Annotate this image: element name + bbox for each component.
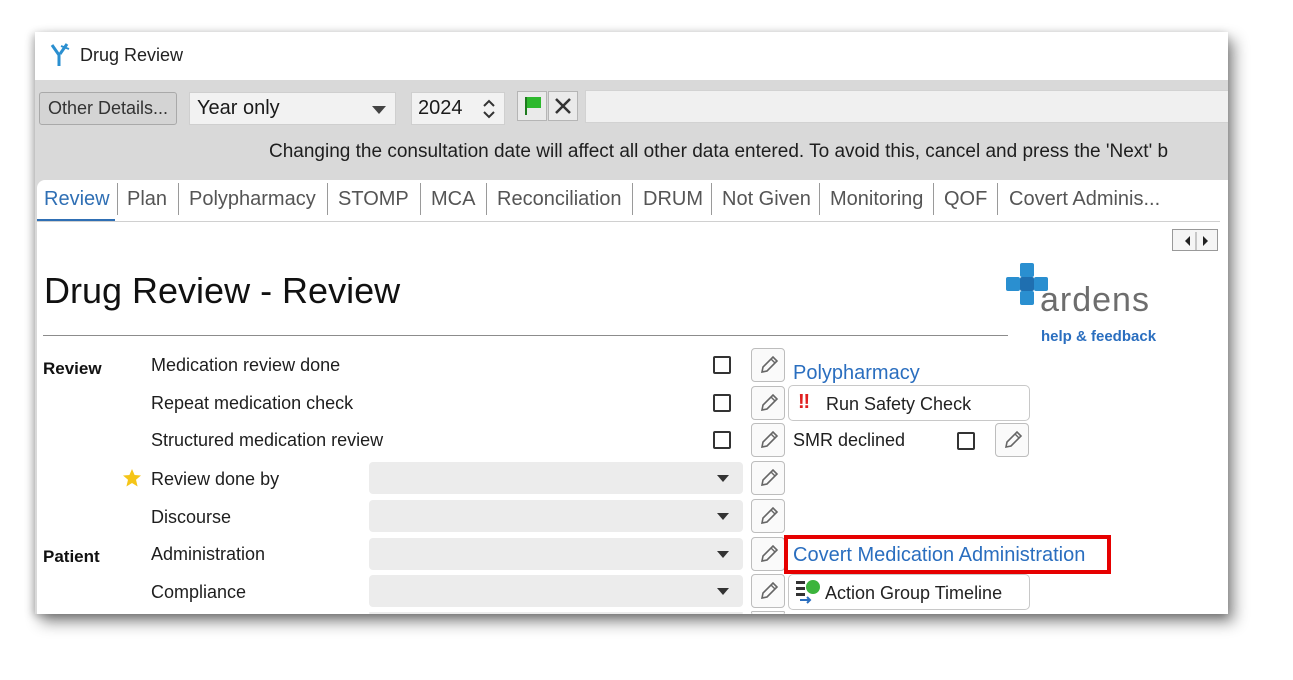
spinner-arrows-icon[interactable] xyxy=(482,98,496,120)
highlight-box xyxy=(784,535,1111,574)
chevron-down-icon xyxy=(717,513,729,520)
pencil-icon xyxy=(760,544,779,563)
edit-review-done-by-button[interactable] xyxy=(751,461,785,495)
smr-declined-checkbox[interactable] xyxy=(957,432,975,450)
edit-next-row-button[interactable] xyxy=(751,611,785,614)
tab-polypharmacy[interactable]: Polypharmacy xyxy=(189,188,316,211)
medication-review-done-checkbox[interactable] xyxy=(713,356,731,374)
tab-not-given[interactable]: Not Given xyxy=(722,188,811,211)
tab-baseline xyxy=(37,221,1220,222)
medication-review-done-label: Medication review done xyxy=(151,355,341,375)
help-feedback-link[interactable]: help & feedback xyxy=(1041,328,1156,345)
green-flag-icon xyxy=(525,97,541,115)
pencil-icon xyxy=(760,506,779,525)
date-warning-text: Changing the consultation date will affe… xyxy=(269,141,1169,162)
tab-covert-administration[interactable]: Covert Adminis... xyxy=(1009,188,1160,211)
edit-compliance-button[interactable] xyxy=(751,574,785,608)
year-value: 2024 xyxy=(418,97,463,119)
chevron-down-icon xyxy=(717,588,729,595)
tab-reconciliation[interactable]: Reconciliation xyxy=(497,188,622,211)
cancel-date-button[interactable] xyxy=(548,91,578,121)
polypharmacy-link[interactable]: Polypharmacy xyxy=(793,362,920,385)
chevron-down-icon xyxy=(717,551,729,558)
tab-monitoring[interactable]: Monitoring xyxy=(830,188,923,211)
pencil-icon xyxy=(760,430,779,449)
close-icon xyxy=(555,98,571,114)
tab-scroll-controls[interactable] xyxy=(1172,229,1218,251)
required-star-icon xyxy=(123,469,141,487)
pencil-icon xyxy=(760,355,779,374)
structured-medication-review-checkbox[interactable] xyxy=(713,431,731,449)
pencil-icon xyxy=(760,468,779,487)
repeat-medication-check-label: Repeat medication check xyxy=(151,393,354,413)
flag-button[interactable] xyxy=(517,91,547,121)
window-title: Drug Review xyxy=(80,45,184,65)
ardens-logo-text: ardens xyxy=(1040,281,1150,319)
review-done-by-label: Review done by xyxy=(151,469,280,489)
title-bar: Drug Review xyxy=(35,32,1228,80)
edit-medication-review-button[interactable] xyxy=(751,348,785,382)
next-row-select[interactable] xyxy=(369,612,743,614)
pencil-icon xyxy=(760,581,779,600)
tab-qof[interactable]: QOF xyxy=(944,188,987,211)
page-title: Drug Review - Review xyxy=(44,270,401,311)
edit-smr-declined-button[interactable] xyxy=(995,423,1029,457)
date-mode-value: Year only xyxy=(197,97,280,119)
date-mode-select[interactable]: Year only xyxy=(189,92,396,125)
pencil-icon xyxy=(760,393,779,412)
compliance-label: Compliance xyxy=(151,582,247,602)
compliance-select[interactable] xyxy=(369,575,743,607)
tab-scroll-arrows-icon[interactable] xyxy=(1173,230,1219,252)
smr-declined-label: SMR declined xyxy=(793,430,906,450)
chevron-down-icon xyxy=(717,475,729,482)
other-details-button[interactable]: Other Details... xyxy=(39,92,177,125)
edit-repeat-check-button[interactable] xyxy=(751,386,785,420)
review-done-by-select[interactable] xyxy=(369,462,743,494)
consultation-text-field[interactable] xyxy=(585,90,1228,123)
edit-structured-review-button[interactable] xyxy=(751,423,785,457)
edit-administration-button[interactable] xyxy=(751,537,785,571)
structured-medication-review-label: Structured medication review xyxy=(151,430,384,450)
discourse-label: Discourse xyxy=(151,507,232,527)
section-patient-label: Patient xyxy=(43,547,100,566)
run-safety-check-label: Run Safety Check xyxy=(826,394,972,414)
tab-mca[interactable]: MCA xyxy=(431,188,475,211)
tab-plan[interactable]: Plan xyxy=(127,188,167,211)
action-group-timeline-button[interactable]: Action Group Timeline xyxy=(788,574,1030,610)
year-spinner[interactable]: 2024 xyxy=(411,92,505,125)
run-safety-check-button[interactable]: ‼ Run Safety Check xyxy=(788,385,1030,421)
app-logo-icon xyxy=(49,42,73,73)
administration-label: Administration xyxy=(151,544,266,564)
action-group-timeline-label: Action Group Timeline xyxy=(825,583,1003,603)
alert-icon: ‼ xyxy=(798,391,811,413)
edit-discourse-button[interactable] xyxy=(751,499,785,533)
discourse-select[interactable] xyxy=(369,500,743,532)
timeline-icon xyxy=(796,580,820,604)
chevron-down-icon xyxy=(372,106,386,114)
tab-review[interactable]: Review xyxy=(44,188,110,211)
title-divider xyxy=(43,335,1008,336)
section-review-label: Review xyxy=(43,359,102,378)
tab-drum[interactable]: DRUM xyxy=(643,188,703,211)
pencil-icon xyxy=(1004,430,1023,449)
administration-select[interactable] xyxy=(369,538,743,570)
repeat-medication-check-checkbox[interactable] xyxy=(713,394,731,412)
tab-stomp[interactable]: STOMP xyxy=(338,188,409,211)
